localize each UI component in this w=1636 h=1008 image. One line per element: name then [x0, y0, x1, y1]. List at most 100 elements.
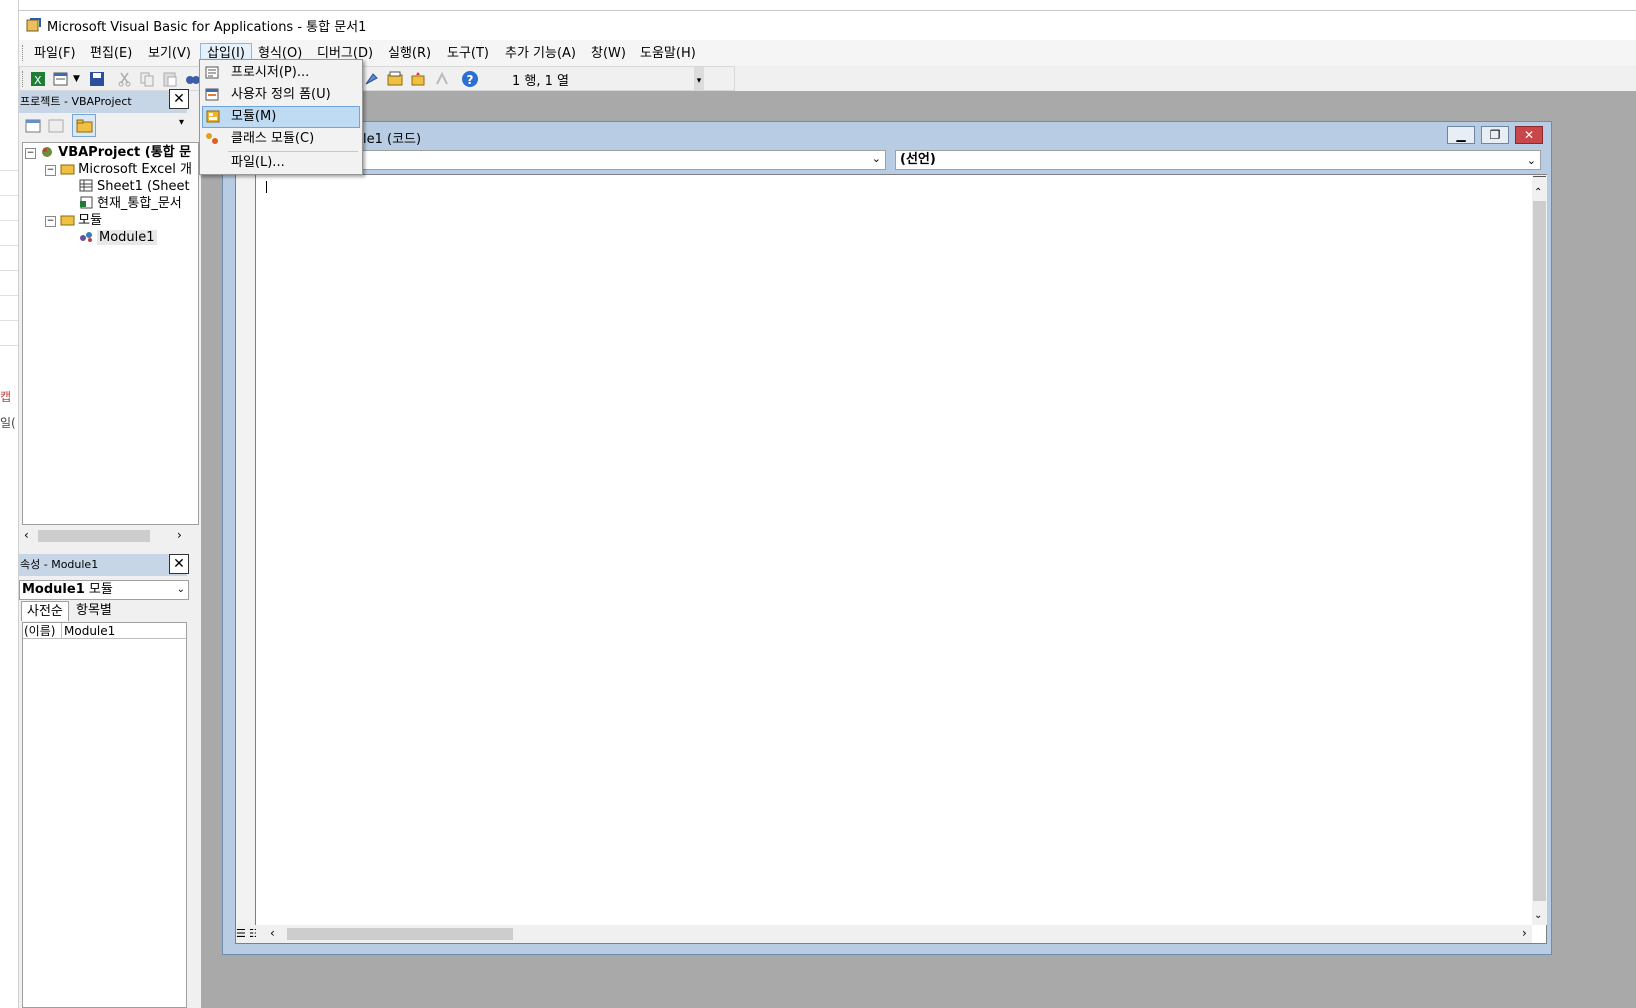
menu-edit[interactable]: 편집(E): [84, 43, 138, 64]
menu-window[interactable]: 창(W): [585, 43, 632, 64]
project-horizontal-scrollbar[interactable]: ‹ ›: [22, 527, 199, 545]
menu-view[interactable]: 보기(V): [142, 43, 197, 64]
chevron-down-icon: ⌄: [1526, 154, 1536, 167]
collapse-toggle-icon[interactable]: −: [25, 148, 36, 159]
menu-addins[interactable]: 추가 기능(A): [499, 43, 582, 64]
menu-item-userform[interactable]: 사용자 정의 폼(U): [202, 84, 360, 106]
scroll-left-icon[interactable]: ‹: [270, 926, 275, 940]
grid-line: [0, 170, 18, 171]
save-icon[interactable]: [88, 70, 106, 88]
scroll-down-icon[interactable]: ⌄: [1534, 910, 1542, 921]
scroll-right-icon[interactable]: ›: [1522, 926, 1527, 940]
code-vertical-scrollbar[interactable]: ⌃ ⌄: [1532, 175, 1547, 925]
paste-icon[interactable]: [161, 70, 179, 88]
menu-item-label: 클래스 모듈(C): [231, 131, 315, 146]
menu-tools[interactable]: 도구(T): [441, 43, 495, 64]
scroll-left-icon[interactable]: ‹: [24, 528, 29, 542]
grid-line: [0, 345, 18, 346]
project-pane-title: 프로젝트 - VBAProject: [19, 91, 187, 113]
property-row[interactable]: (이름) Module1: [23, 623, 186, 639]
insert-userform-icon[interactable]: [52, 70, 70, 88]
menu-item-label: 파일(L)...: [231, 155, 285, 170]
menu-item-module[interactable]: 모듈(M): [202, 106, 360, 128]
tree-row[interactable]: − Microsoft Excel 개: [45, 161, 192, 178]
code-horizontal-scrollbar[interactable]: ‹ ›: [256, 925, 1532, 943]
menu-item-label: 사용자 정의 폼(U): [231, 87, 331, 102]
design-mode-icon[interactable]: [363, 70, 381, 88]
view-object-icon[interactable]: [47, 117, 65, 135]
scroll-thumb[interactable]: [38, 530, 150, 542]
tree-label: Module1: [97, 230, 157, 245]
menu-item-file[interactable]: 파일(L)...: [202, 152, 360, 174]
tab-alphabetic[interactable]: 사전순: [21, 601, 69, 621]
splitter-bar[interactable]: [1533, 176, 1546, 184]
tree-row[interactable]: Module1: [79, 229, 157, 246]
toolbar-grip[interactable]: [22, 71, 25, 87]
scroll-up-icon[interactable]: ⌃: [1534, 187, 1542, 198]
tree-row[interactable]: 현재_통합_문서: [79, 195, 182, 212]
menu-run[interactable]: 실행(R): [382, 43, 437, 64]
chevron-down-icon: ⌄: [176, 584, 185, 595]
scroll-thumb[interactable]: [287, 928, 513, 940]
scroll-right-icon[interactable]: ›: [177, 528, 182, 542]
excel-view-icon[interactable]: X: [29, 70, 47, 88]
menu-item-procedure[interactable]: 프로시저(P)...: [202, 62, 360, 84]
background-excel-strip-left: 캡 일(: [0, 0, 19, 1008]
procedure-view-icon[interactable]: ☰: [236, 927, 246, 940]
project-explorer-icon[interactable]: [386, 70, 404, 88]
tree-row[interactable]: − 모듈: [45, 212, 102, 229]
svg-text:X: X: [34, 74, 42, 87]
background-fragment: 캡: [0, 390, 12, 404]
procedure-combo[interactable]: (선언) ⌄: [895, 150, 1541, 170]
menu-item-class-module[interactable]: 클래스 모듈(C): [202, 128, 360, 150]
object-select[interactable]: Module1 모듈 ⌄: [19, 580, 189, 600]
project-pane-toolbar: ▾: [19, 114, 189, 138]
toolbar-options-icon[interactable]: ▾: [694, 67, 704, 90]
cursor-position-status: 1 행, 1 열: [512, 74, 569, 89]
project-explorer-pane: 프로젝트 - VBAProject ✕ ▾ − VBAProject (통합 문…: [19, 89, 201, 554]
tree-row[interactable]: − VBAProject (통합 문: [25, 144, 191, 161]
code-window-title: le1 (코드): [363, 132, 422, 147]
tab-categorized[interactable]: 항목별: [71, 601, 117, 621]
help-icon[interactable]: ?: [461, 70, 479, 88]
app-title: Microsoft Visual Basic for Applications …: [47, 20, 367, 35]
view-code-icon[interactable]: [24, 117, 42, 135]
minimize-icon[interactable]: ▁: [1447, 126, 1475, 144]
property-value[interactable]: Module1: [64, 623, 115, 639]
collapse-toggle-icon[interactable]: −: [45, 216, 56, 227]
property-name: (이름): [24, 623, 62, 639]
pane-toolbar-overflow-icon[interactable]: ▾: [179, 117, 184, 128]
close-icon[interactable]: ✕: [169, 554, 189, 574]
view-toggle-group: ☰ ☷: [236, 925, 259, 943]
toggle-folders-button[interactable]: [72, 114, 96, 137]
worksheet-icon: [79, 179, 93, 192]
toolbox-icon[interactable]: [433, 70, 451, 88]
properties-grid: (이름) Module1: [22, 622, 187, 1008]
tree-row[interactable]: Sheet1 (Sheet: [79, 178, 190, 195]
insert-dropdown-arrow-icon[interactable]: ▼: [73, 74, 80, 84]
menu-help[interactable]: 도움말(H): [634, 43, 702, 64]
close-icon[interactable]: ✕: [169, 89, 189, 109]
object-type: 모듈: [88, 582, 113, 597]
procedure-icon: [205, 66, 219, 79]
menubar-grip[interactable]: [22, 45, 25, 61]
standard-toolbar: X ▼ ? 1 행, 1 열 ▾: [19, 66, 735, 91]
tree-label: VBAProject (통합 문: [58, 145, 192, 160]
menu-file[interactable]: 파일(F): [28, 43, 82, 64]
close-icon[interactable]: ✕: [1515, 126, 1543, 144]
copy-icon[interactable]: [138, 70, 156, 88]
vbaproject-icon: [42, 147, 53, 157]
workbook-icon: [80, 196, 93, 209]
cut-icon[interactable]: [116, 70, 134, 88]
code-editor[interactable]: ⌃ ⌄ ☰ ☷ ‹ ›: [235, 174, 1547, 944]
folder-open-icon: [60, 215, 75, 226]
menu-item-label: 모듈(M): [231, 109, 277, 124]
project-tree: − VBAProject (통합 문 − Microsoft Excel 개 S…: [22, 142, 199, 525]
insert-menu-dropdown: 프로시저(P)... 사용자 정의 폼(U) 모듈(M) 클래스 모듈(C) 파…: [199, 59, 363, 175]
collapse-toggle-icon[interactable]: −: [45, 165, 56, 176]
restore-icon[interactable]: ❐: [1481, 126, 1509, 144]
code-margin[interactable]: [236, 175, 256, 925]
grid-line: [0, 245, 18, 246]
properties-window-icon[interactable]: [409, 70, 427, 88]
scroll-thumb[interactable]: [1533, 201, 1546, 901]
